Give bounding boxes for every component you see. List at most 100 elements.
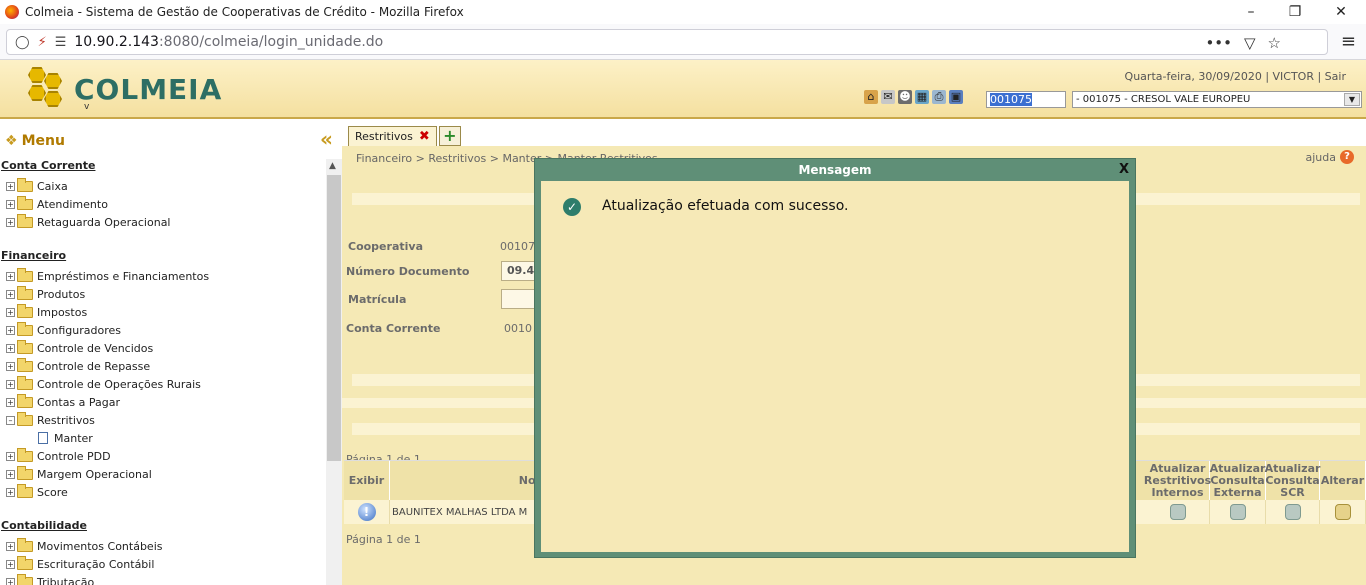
expand-icon[interactable]: + <box>6 379 15 389</box>
expand-icon[interactable]: + <box>6 199 15 209</box>
expand-icon[interactable]: + <box>6 217 15 227</box>
conta-corrente-label: Conta Corrente <box>346 322 441 335</box>
hamburger-menu-icon[interactable]: ≡ <box>1341 31 1356 52</box>
menu-item[interactable]: + Tributação <box>0 573 325 585</box>
expand-icon[interactable]: + <box>6 307 15 317</box>
folder-icon <box>17 483 33 498</box>
insecure-lock-icon[interactable]: ⚡ <box>38 35 47 50</box>
expand-icon[interactable]: + <box>6 487 15 497</box>
menu-item[interactable]: + Controle de Operações Rurais <box>0 375 325 393</box>
menu-item[interactable]: + Retaguarda Operacional <box>0 213 325 231</box>
menu-item[interactable]: + Contas a Pagar <box>0 393 325 411</box>
honeycomb-logo-icon <box>24 65 72 113</box>
menu-item[interactable]: + Produtos <box>0 285 325 303</box>
expand-icon[interactable]: + <box>6 181 15 191</box>
header-toolbar: ⌂ ✉ ☻ ▦ ⎙ ▣ <box>864 90 963 104</box>
colmeia-logo[interactable]: COLMEIA v <box>24 64 222 114</box>
close-dialog-button[interactable]: X <box>1119 159 1129 181</box>
folder-icon <box>17 375 33 390</box>
check-circle-icon: ✓ <box>563 198 581 216</box>
menu-item[interactable]: + Empréstimos e Financiamentos <box>0 267 325 285</box>
menu-item[interactable]: + Escrituração Contábil <box>0 555 325 573</box>
url-bar[interactable]: ◯ ⚡ ☰ 10.90.2.143:8080/colmeia/login_uni… <box>6 29 1328 55</box>
coop-code-input[interactable]: 001075 <box>986 91 1066 108</box>
expand-icon[interactable]: + <box>6 541 15 551</box>
help-icon[interactable]: ? <box>1340 150 1354 164</box>
section-conta-corrente[interactable]: Conta Corrente <box>0 159 325 177</box>
expand-icon[interactable]: + <box>6 559 15 569</box>
maximize-button[interactable]: ❐ <box>1272 0 1318 24</box>
dialog-title: Mensagem X <box>535 159 1135 181</box>
menu-item[interactable]: + Margem Operacional <box>0 465 325 483</box>
permissions-icon[interactable]: ☰ <box>55 35 67 50</box>
close-window-button[interactable]: ✕ <box>1318 0 1364 24</box>
expand-icon[interactable]: + <box>6 361 15 371</box>
scroll-up-icon[interactable]: ▲ <box>329 161 336 171</box>
menu-item[interactable]: + Score <box>0 483 325 501</box>
calculator-icon[interactable]: ▦ <box>915 90 929 104</box>
info-icon[interactable]: ! <box>357 503 376 521</box>
tab-bar: Restritivos ✖ + <box>348 126 461 146</box>
bookmark-star-icon[interactable]: ☆ <box>1268 34 1281 52</box>
update-restritivos-icon[interactable] <box>1169 504 1186 520</box>
expand-icon[interactable]: + <box>6 451 15 461</box>
folder-icon <box>17 447 33 462</box>
folder-icon <box>17 465 33 480</box>
expand-icon[interactable]: + <box>6 271 15 281</box>
col-atualizar-scr: Atualizar Consulta SCR <box>1264 461 1321 501</box>
home-icon[interactable]: ⌂ <box>864 90 878 104</box>
coop-select[interactable]: - 001075 - CRESOL VALE EUROPEU ▼ <box>1072 91 1362 108</box>
expand-icon[interactable]: + <box>6 577 15 585</box>
pagination-bottom: Página 1 de 1 <box>346 533 421 546</box>
edit-icon[interactable] <box>1334 504 1351 520</box>
collapse-icon[interactable]: – <box>6 415 15 425</box>
help-link[interactable]: ajuda? <box>1306 150 1354 164</box>
close-tab-icon[interactable]: ✖ <box>419 129 430 144</box>
success-message: Atualização efetuada com sucesso. <box>602 198 849 214</box>
date-user-bar: Quarta-feira, 30/09/2020 | VICTOR | Sair <box>1124 70 1346 83</box>
add-tab-button[interactable]: + <box>438 126 461 146</box>
menu-item-manter[interactable]: Manter <box>0 429 325 447</box>
menu-item-restritivos[interactable]: – Restritivos <box>0 411 325 429</box>
monitor-icon[interactable]: ▣ <box>949 90 963 104</box>
printer-icon[interactable]: ⎙ <box>932 90 946 104</box>
expand-icon[interactable]: + <box>6 289 15 299</box>
shield-icon[interactable]: ◯ <box>15 35 30 50</box>
scrollbar-thumb[interactable] <box>327 175 341 461</box>
expand-icon[interactable]: + <box>6 469 15 479</box>
menu-item[interactable]: + Configuradores <box>0 321 325 339</box>
col-nome[interactable]: Nor <box>390 461 548 501</box>
menu-item[interactable]: + Impostos <box>0 303 325 321</box>
folder-icon <box>17 339 33 354</box>
chevron-down-icon[interactable]: ▼ <box>1344 93 1360 106</box>
user-icon[interactable]: ☻ <box>898 90 912 104</box>
collapse-menu-icon[interactable]: « <box>320 127 333 151</box>
menu-item[interactable]: + Atendimento <box>0 195 325 213</box>
section-contabilidade[interactable]: Contabilidade <box>0 519 325 537</box>
menu-item[interactable]: + Controle PDD <box>0 447 325 465</box>
menu-tree: Conta Corrente + Caixa + Atendimento + Reta… <box>0 159 325 585</box>
mail-icon[interactable]: ✉ <box>881 90 895 104</box>
update-consulta-externa-icon[interactable] <box>1229 504 1246 520</box>
menu-item[interactable]: + Movimentos Contábeis <box>0 537 325 555</box>
pocket-icon[interactable]: ▽ <box>1244 34 1256 52</box>
expand-icon[interactable]: + <box>6 325 15 335</box>
expand-icon[interactable]: + <box>6 343 15 353</box>
expand-icon[interactable]: + <box>6 397 15 407</box>
page-actions-icon[interactable]: ••• <box>1205 34 1232 52</box>
section-financeiro[interactable]: Financeiro <box>0 249 325 267</box>
tab-restritivos[interactable]: Restritivos ✖ <box>348 126 437 146</box>
menu-item[interactable]: + Controle de Repasse <box>0 357 325 375</box>
matricula-label: Matrícula <box>348 293 407 306</box>
app-header: COLMEIA v Quarta-feira, 30/09/2020 | VIC… <box>0 60 1366 119</box>
open-folder-icon <box>17 411 33 426</box>
menu-item[interactable]: + Controle de Vencidos <box>0 339 325 357</box>
folder-icon <box>17 555 33 570</box>
url-text[interactable]: 10.90.2.143:8080/colmeia/login_unidade.d… <box>74 34 383 50</box>
folder-icon <box>17 321 33 336</box>
menu-item[interactable]: + Caixa <box>0 177 325 195</box>
folder-icon <box>17 537 33 552</box>
minimize-button[interactable]: – <box>1228 0 1274 24</box>
update-scr-icon[interactable] <box>1284 504 1301 520</box>
sidebar-scrollbar[interactable]: ▲ <box>326 159 342 585</box>
